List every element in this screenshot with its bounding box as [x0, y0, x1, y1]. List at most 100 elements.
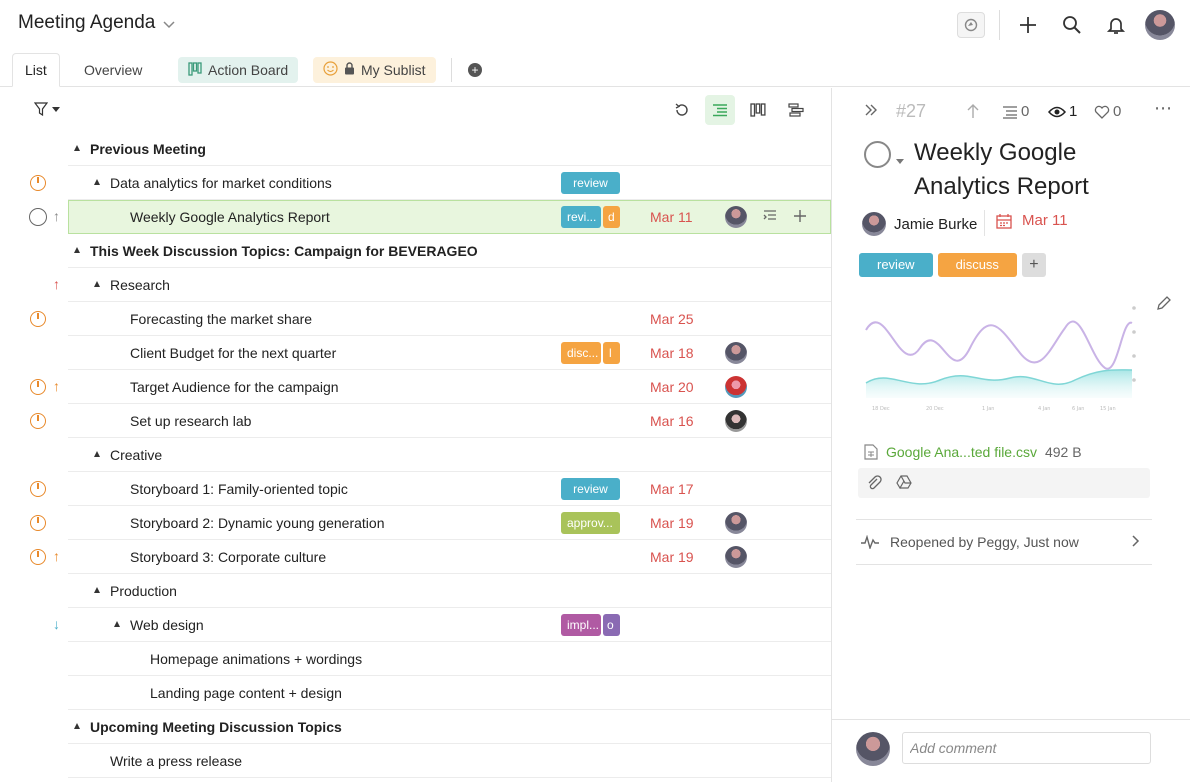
filter-button[interactable]	[34, 102, 60, 116]
tab-action-board[interactable]: Action Board	[178, 57, 299, 83]
likes-count[interactable]: 0	[1094, 103, 1121, 120]
task-row[interactable]: ↑ Research	[0, 268, 831, 302]
watchers-count[interactable]: 1	[1048, 103, 1077, 120]
chevron-right-icon[interactable]	[1132, 534, 1140, 550]
collapse-triangle-icon[interactable]	[94, 179, 100, 185]
collapse-triangle-icon[interactable]	[94, 587, 100, 593]
tab-list[interactable]: List	[12, 53, 60, 87]
gantt-view-icon[interactable]	[781, 95, 811, 125]
tag-discuss[interactable]: d	[603, 206, 620, 228]
due-date[interactable]: Mar 25	[650, 311, 694, 327]
search-icon[interactable]	[1052, 8, 1092, 42]
collapse-triangle-icon[interactable]	[94, 451, 100, 457]
section-row[interactable]: Upcoming Meeting Discussion Topics	[0, 710, 831, 744]
subtask-icon[interactable]	[762, 208, 778, 227]
due-date[interactable]: Mar 20	[650, 379, 694, 395]
refresh-icon[interactable]	[667, 95, 697, 125]
collapse-triangle-icon[interactable]	[94, 281, 100, 287]
task-row[interactable]: Set up research lab Mar 16	[0, 404, 831, 438]
caret-down-icon[interactable]	[896, 151, 904, 167]
google-drive-icon[interactable]	[896, 474, 912, 492]
eye-icon	[1048, 106, 1066, 117]
tab-my-sublist[interactable]: My Sublist	[313, 57, 436, 83]
task-row[interactable]: ↑ Target Audience for the campaign Mar 2…	[0, 370, 831, 404]
task-row-selected[interactable]: ↑ Weekly Google Analytics Report revi...…	[0, 200, 831, 234]
in-progress-status-icon[interactable]	[30, 413, 46, 429]
collapse-panel-icon[interactable]	[864, 103, 878, 117]
in-progress-status-icon[interactable]	[30, 481, 46, 497]
assignee-avatar[interactable]	[725, 376, 747, 398]
collapse-triangle-icon[interactable]	[114, 621, 120, 627]
more-options-icon[interactable]: ⋯	[1154, 98, 1172, 119]
page-title[interactable]: Meeting Agenda	[18, 12, 175, 34]
tag-review[interactable]: revi...	[561, 206, 601, 228]
add-icon[interactable]	[1008, 8, 1048, 42]
due-date[interactable]: Mar 19	[650, 515, 694, 531]
assignee-avatar[interactable]	[725, 206, 747, 228]
task-row[interactable]: Data analytics for market conditions rev…	[0, 166, 831, 200]
task-row[interactable]: Storyboard 2: Dynamic young generation a…	[0, 506, 831, 540]
section-row[interactable]: This Week Discussion Topics: Campaign fo…	[0, 234, 831, 268]
in-progress-status-icon[interactable]	[30, 175, 46, 191]
task-row[interactable]: Production	[0, 574, 831, 608]
tag-review[interactable]: review	[561, 172, 620, 194]
task-row[interactable]: ↓ Web design impl... o	[0, 608, 831, 642]
due-date[interactable]: Mar 11	[996, 212, 1068, 229]
user-avatar[interactable]	[1140, 8, 1180, 42]
task-row[interactable]: ↑ Storyboard 3: Corporate culture Mar 19	[0, 540, 831, 574]
collapse-triangle-icon[interactable]	[74, 145, 80, 151]
collapse-triangle-icon[interactable]	[74, 247, 80, 253]
task-row[interactable]: Homepage animations + wordings	[0, 642, 831, 676]
due-date[interactable]: Mar 18	[650, 345, 694, 361]
due-date[interactable]: Mar 11	[650, 209, 693, 225]
task-row[interactable]: Creative	[0, 438, 831, 472]
add-view-icon[interactable]: +	[468, 63, 482, 77]
due-date[interactable]: Mar 19	[650, 549, 694, 565]
bell-icon[interactable]	[1096, 8, 1136, 42]
board-view-icon[interactable]	[743, 95, 773, 125]
tag-extra[interactable]: l	[603, 342, 620, 364]
tag-approve[interactable]: approv...	[561, 512, 620, 534]
in-progress-status-icon[interactable]	[30, 379, 46, 395]
tab-overview[interactable]: Overview	[72, 53, 154, 87]
add-icon[interactable]	[792, 208, 808, 227]
assignee-avatar[interactable]	[725, 410, 747, 432]
theme-button[interactable]	[951, 8, 991, 42]
assignee-avatar[interactable]	[725, 512, 747, 534]
attachment-name[interactable]: Google Ana...ted file.csv	[886, 444, 1037, 460]
task-status-toggle[interactable]	[864, 141, 891, 168]
assignee-avatar[interactable]	[725, 546, 747, 568]
assignee-avatar[interactable]	[725, 342, 747, 364]
in-progress-status-icon[interactable]	[30, 549, 46, 565]
subtasks-count[interactable]: 0	[1002, 103, 1029, 120]
edit-pencil-icon[interactable]	[1156, 295, 1172, 314]
collapse-triangle-icon[interactable]	[74, 723, 80, 729]
task-row[interactable]: Forecasting the market share Mar 25	[0, 302, 831, 336]
tag-discuss[interactable]: disc...	[561, 342, 601, 364]
task-row[interactable]: Landing page content + design	[0, 676, 831, 710]
attachment-file[interactable]: Google Ana...ted file.csv 492 B	[864, 444, 1082, 460]
section-row[interactable]: Previous Meeting	[0, 132, 831, 166]
tag-implement[interactable]: impl...	[561, 614, 601, 636]
due-date[interactable]: Mar 16	[650, 413, 694, 429]
assignee[interactable]: Jamie Burke	[862, 212, 977, 236]
in-progress-status-icon[interactable]	[30, 311, 46, 327]
task-row[interactable]: Client Budget for the next quarter disc.…	[0, 336, 831, 370]
task-row[interactable]: Storyboard 1: Family-oriented topic revi…	[0, 472, 831, 506]
list-view-icon[interactable]	[705, 95, 735, 125]
comment-input[interactable]	[902, 732, 1151, 764]
task-row[interactable]: Write a press release	[0, 744, 831, 778]
tag-review[interactable]: review	[859, 253, 933, 277]
move-up-icon[interactable]	[966, 103, 980, 119]
add-tag-button[interactable]: +	[1021, 253, 1046, 277]
paperclip-icon[interactable]	[866, 474, 882, 493]
tag-review[interactable]: review	[561, 478, 620, 500]
activity-log[interactable]: Reopened by Peggy, Just now	[856, 519, 1152, 565]
open-status-icon[interactable]	[29, 208, 47, 226]
due-date[interactable]: Mar 17	[650, 481, 694, 497]
task-title[interactable]: Weekly Google Analytics Report	[914, 136, 1164, 204]
tag-extra[interactable]: o	[603, 614, 620, 636]
in-progress-status-icon[interactable]	[30, 515, 46, 531]
chevron-down-icon[interactable]	[163, 18, 175, 32]
tag-discuss[interactable]: discuss	[937, 253, 1017, 277]
